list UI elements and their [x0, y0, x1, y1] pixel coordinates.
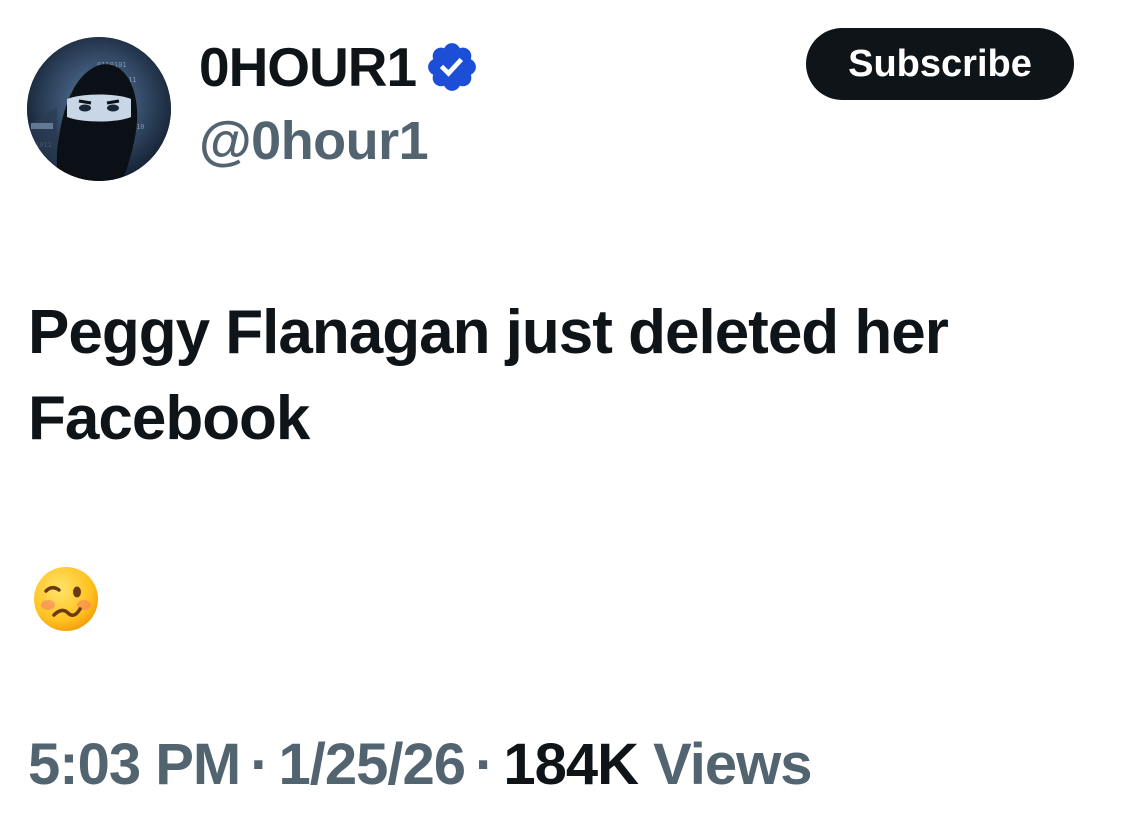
author-handle[interactable]: @0hour1 — [199, 111, 429, 171]
tweet-date[interactable]: 1/25/26 — [279, 732, 467, 797]
meta-separator: · — [250, 732, 269, 797]
subscribe-button[interactable]: Subscribe — [806, 28, 1074, 100]
views-label: Views — [653, 732, 812, 797]
tweet-meta: 5:03 PM · 1/25/26 · 184K Views — [28, 730, 813, 800]
woozy-face-icon — [32, 565, 100, 633]
tweet-time[interactable]: 5:03 PM — [28, 732, 241, 797]
display-name[interactable]: 0HOUR1 — [199, 39, 417, 95]
meta-separator: · — [475, 732, 494, 797]
verified-badge-icon[interactable] — [424, 39, 480, 95]
avatar[interactable]: 0110101 1001011 01101 1011010 010011 110… — [27, 37, 171, 181]
hacker-avatar-icon: 0110101 1001011 01101 1011010 010011 110… — [27, 37, 171, 181]
tweet-text: Peggy Flanagan just deleted her Facebook — [28, 298, 949, 453]
author-name-row: 0HOUR1 — [199, 30, 480, 104]
views-count: 184K — [503, 732, 639, 797]
